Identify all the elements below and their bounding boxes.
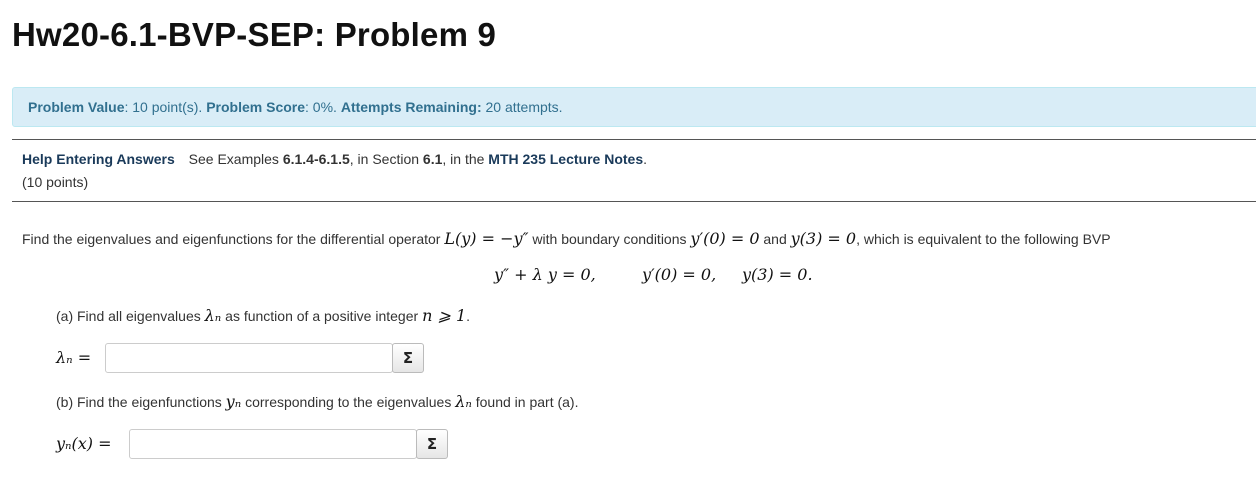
attempts-remaining-label: Attempts Remaining: — [340, 99, 482, 115]
bvp-ode: y″ + λ y = 0, — [494, 265, 596, 284]
help-line: Help Entering Answers See Examples 6.1.4… — [22, 151, 647, 167]
boundary-condition-2: y(3) = 0 — [790, 229, 857, 248]
problem-info-bar: Problem Value: 10 point(s). Problem Scor… — [12, 87, 1256, 127]
part-b-prompt: (b) Find the eigenfunctions yₙ correspon… — [56, 392, 578, 411]
part-a-prompt: (a) Find all eigenvalues λₙ as function … — [56, 306, 470, 325]
boundary-condition-1: y′(0) = 0 — [690, 229, 760, 248]
problem-score-text: : 0%. — [305, 99, 337, 115]
help-section: 6.1 — [422, 151, 443, 167]
help-in-the-text: , in the — [442, 151, 485, 167]
equation-editor-button-a[interactable]: Σ — [392, 343, 424, 373]
problem-score-label: Problem Score — [206, 99, 306, 115]
part-b-y-symbol: yₙ — [225, 392, 242, 411]
help-examples: 6.1.4-6.1.5 — [282, 151, 350, 167]
help-period: . — [643, 151, 648, 167]
operator-equation: L(y) = −y″ — [444, 229, 529, 248]
part-b-answer-label: yₙ(x) = — [56, 434, 112, 453]
part-b-text-before: (b) Find the eigenfunctions — [56, 394, 222, 410]
help-entering-answers-link[interactable]: Help Entering Answers — [22, 151, 175, 167]
part-a-text-after: as function of a positive integer — [225, 308, 419, 324]
help-see-text: See Examples — [188, 151, 279, 167]
help-in-section-text: , in Section — [349, 151, 420, 167]
equation-editor-button-b[interactable]: Σ — [416, 429, 448, 459]
part-a-end: . — [466, 308, 471, 324]
problem-points: (10 points) — [22, 174, 89, 190]
page-title: Hw20-6.1-BVP-SEP: Problem 9 — [12, 16, 497, 53]
help-lecture-notes: MTH 235 Lecture Notes — [488, 151, 644, 167]
part-b-text-middle: corresponding to the eigenvalues — [245, 394, 452, 410]
question-and: and — [763, 231, 787, 247]
eigenfunction-answer-input[interactable] — [129, 429, 417, 459]
question-prefix: Find the eigenvalues and eigenfunctions … — [22, 231, 441, 247]
bvp-bc-1: y′(0) = 0, — [642, 265, 717, 284]
part-b-lambda-symbol: λₙ — [455, 392, 472, 411]
problem-value-label: Problem Value — [28, 99, 125, 115]
part-a-condition: n ⩾ 1 — [422, 306, 467, 325]
problem-page: Hw20-6.1-BVP-SEP: Problem 9 Problem Valu… — [0, 0, 1256, 484]
bvp-bc-2: y(3) = 0. — [742, 265, 813, 284]
question-middle: with boundary conditions — [532, 231, 687, 247]
eigenvalue-answer-input[interactable] — [105, 343, 393, 373]
part-b-text-after: found in part (a). — [475, 394, 579, 410]
question-text: Find the eigenvalues and eigenfunctions … — [22, 229, 1111, 248]
problem-value-text: : 10 point(s). — [124, 99, 203, 115]
attempts-remaining-text: 20 attempts. — [485, 99, 563, 115]
part-a-lambda-symbol: λₙ — [204, 306, 222, 325]
question-suffix: , which is equivalent to the following B… — [856, 231, 1111, 247]
part-a-text-before: (a) Find all eigenvalues — [56, 308, 201, 324]
bottom-divider — [12, 201, 1256, 202]
part-a-answer-label: λₙ = — [56, 348, 92, 367]
top-divider — [12, 139, 1256, 140]
